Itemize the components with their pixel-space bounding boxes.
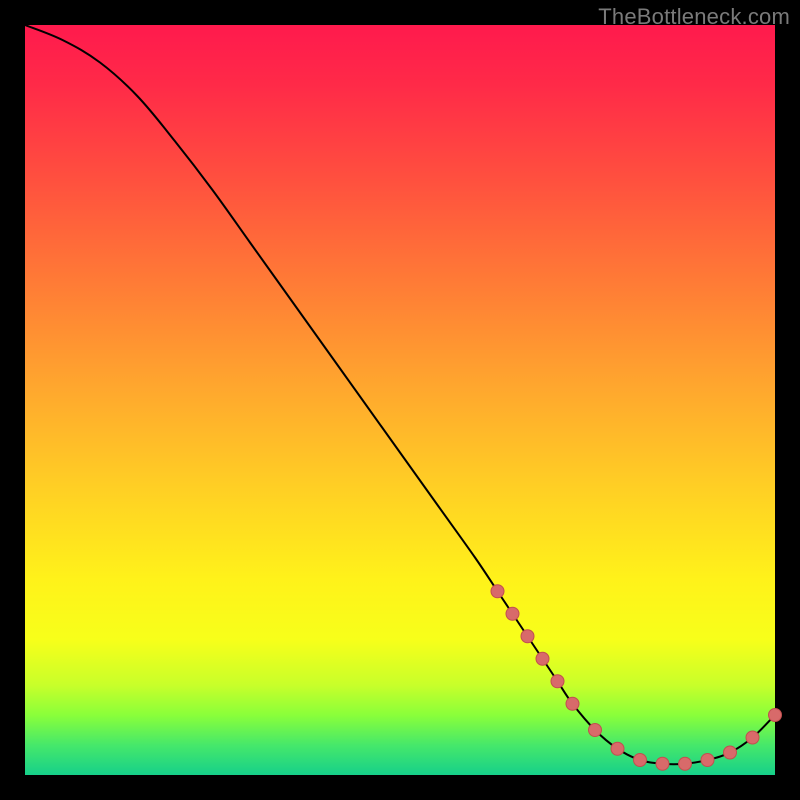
curve-marker (491, 585, 504, 598)
curve-marker (611, 742, 624, 755)
curve-marker (769, 709, 782, 722)
curve-marker (656, 757, 669, 770)
curve-marker (679, 757, 692, 770)
curve-marker (566, 697, 579, 710)
plot-area (25, 25, 775, 775)
chart-container: TheBottleneck.com (0, 0, 800, 800)
curve-marker (551, 675, 564, 688)
curve-marker (521, 630, 534, 643)
curve-marker (746, 731, 759, 744)
curve-marker (536, 652, 549, 665)
curve-marker (589, 724, 602, 737)
curve-marker (634, 754, 647, 767)
curve-marker (701, 754, 714, 767)
curve-marker (724, 746, 737, 759)
bottleneck-curve (25, 25, 775, 764)
curve-marker (506, 607, 519, 620)
curve-svg (25, 25, 775, 775)
curve-markers (491, 585, 782, 771)
